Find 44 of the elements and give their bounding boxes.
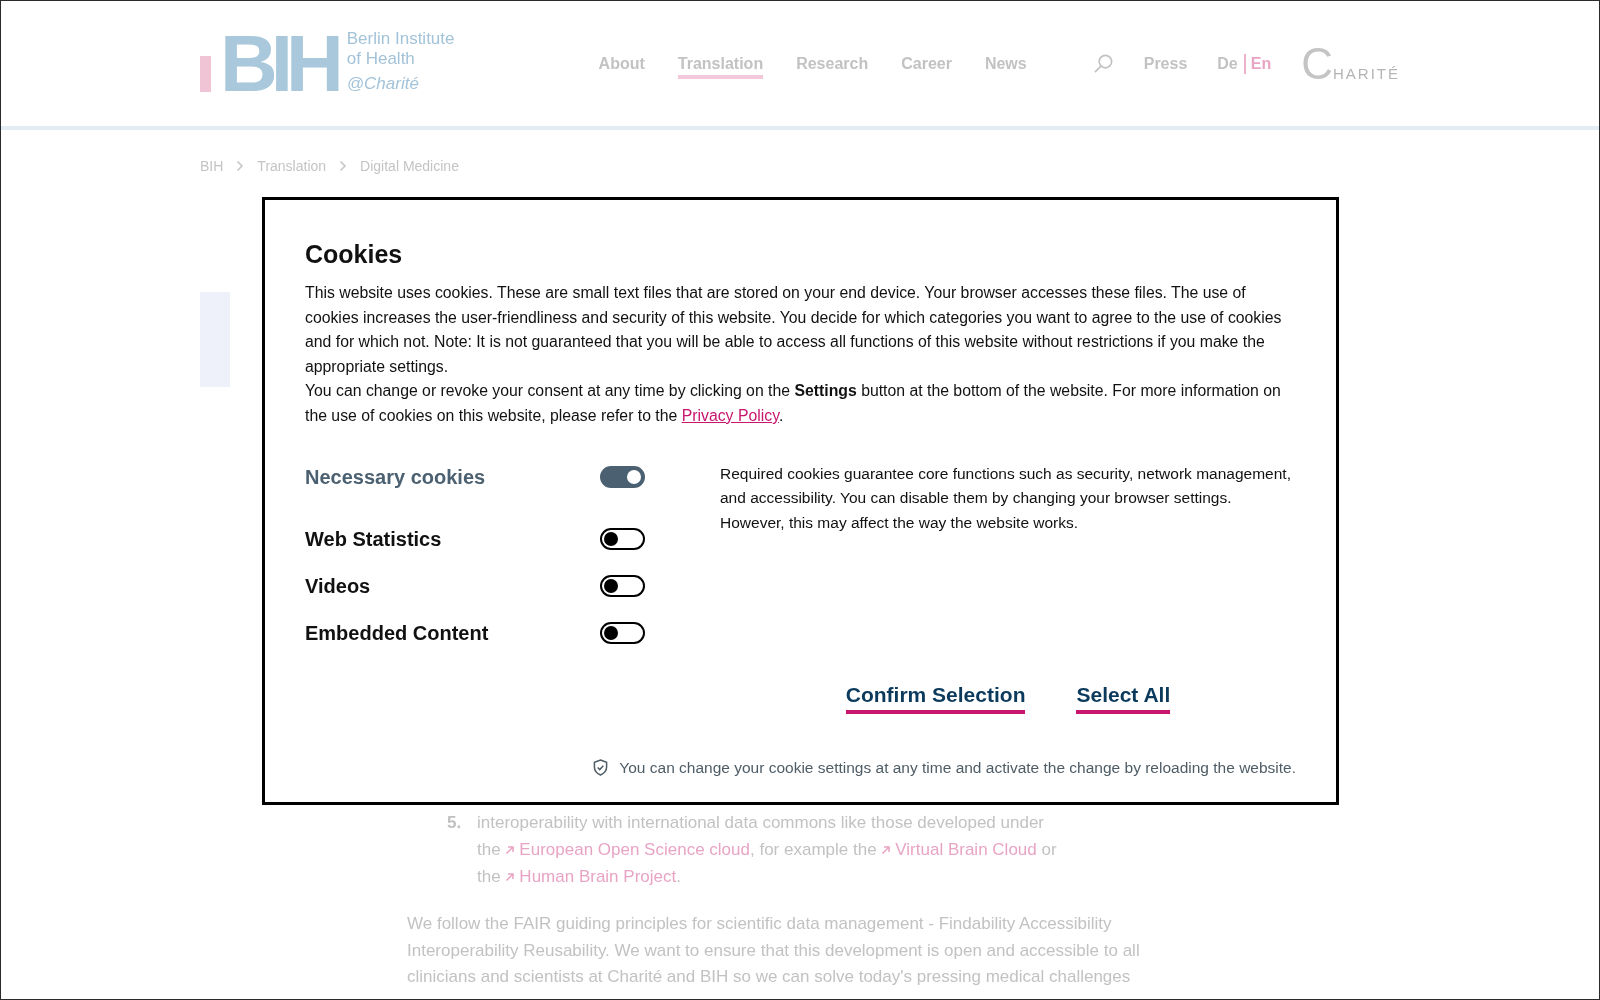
toggle-switch[interactable]: [600, 528, 645, 551]
dialog-text: This website uses cookies. These are small text files that are stored on your end device. Your browser accesses these files. The use of cookies increases the user-friendliness and security of this website. You decide for which categories you want to agree to the use of cookies and for which not. Note: It is not guaranteed that you will be able to access all functions of this website without restrictions if you make the appropriate settings.: [305, 283, 1283, 377]
dialog-title: Cookies: [305, 239, 404, 270]
privacy-policy-link[interactable]: Privacy Policy: [681, 406, 779, 424]
logo-text: Berlin Institute: [346, 28, 455, 49]
category-description: Required cookies guarantee core functions such as security, network management, and accessibility. You can disable them by changing your browser settings. However, this may affect the way the website works.: [720, 463, 1292, 533]
dialog-text: You can change or revoke your consent at any time by clicking on the Settings button at the bottom of the website. For more information on the use of cookies on this website, please refer to the Privacy Policy.: [305, 381, 1282, 426]
confirm-button[interactable]: Confirm Selection: [845, 681, 1026, 714]
shield-check-icon: [593, 759, 609, 777]
list-number: 5.: [447, 812, 463, 834]
nav-link[interactable]: Research: [796, 48, 869, 79]
select-all-button[interactable]: Select All: [1076, 681, 1171, 714]
nav-link[interactable]: Career: [901, 48, 952, 79]
toggle-switch[interactable]: [600, 575, 645, 598]
category-label: Necessary cookies: [305, 465, 487, 489]
external-link[interactable]: Human Brain Project: [505, 867, 677, 886]
nav-link[interactable]: About: [598, 48, 645, 79]
language-link[interactable]: De: [1217, 53, 1238, 74]
partner-logo[interactable]: CHARITÉ: [1301, 38, 1400, 89]
nav-link[interactable]: Translation: [677, 48, 764, 79]
dialog-note: You can change your cookie settings at any time and activate the change by reloading the website.: [619, 757, 1296, 778]
category-label: Web Statistics: [305, 527, 443, 551]
logo-tagline: @Charité: [346, 73, 420, 94]
list-item-text: interoperability with international data commons like those developed under the European Open Science cloud, for example the Virtual Brain Cloud or the Human Brain Project.: [477, 812, 1058, 888]
chevron-icon: [339, 160, 348, 172]
press-link[interactable]: Press: [1143, 54, 1188, 73]
body-paragraph: We follow the FAIR guiding principles for scientific data management - Findability Accessibility Interoperability Reusability. We want to ensure that this development is open and accessible to all clinicians and scientists at Charité and BIH so we can solve today's pressing medical challenges: [407, 913, 1141, 988]
arrow-icon: [881, 845, 892, 855]
category-label: Videos: [305, 574, 372, 598]
language-link[interactable]: En: [1243, 53, 1272, 74]
toggle-switch[interactable]: [600, 622, 645, 645]
arrow-icon: [505, 872, 516, 882]
breadcrumb-link[interactable]: Digital Medicine: [360, 157, 459, 175]
external-link[interactable]: Virtual Brain Cloud: [881, 840, 1037, 859]
logo-bar-icon: [200, 55, 211, 92]
breadcrumb-link[interactable]: BIH: [200, 157, 224, 175]
nav-link[interactable]: News: [984, 48, 1027, 79]
external-link[interactable]: European Open Science cloud: [505, 840, 750, 859]
logo-letters[interactable]: BIH: [220, 32, 337, 95]
arrow-icon: [505, 845, 516, 855]
breadcrumb-link[interactable]: Translation: [257, 157, 327, 175]
category-label: Embedded Content: [305, 621, 490, 645]
logo-text: of Health: [346, 48, 416, 69]
chevron-icon: [236, 160, 245, 172]
